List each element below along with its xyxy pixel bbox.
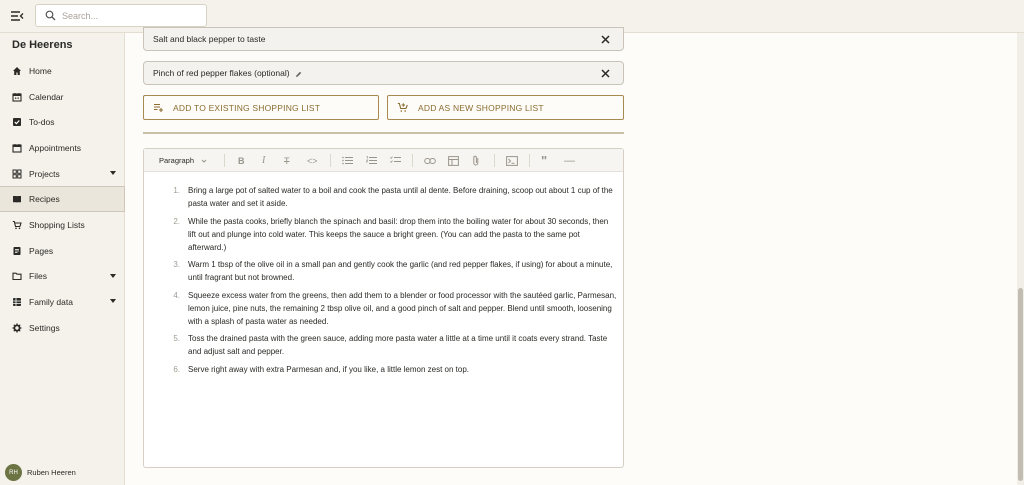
sidebar-item-projects[interactable]: Projects <box>0 161 125 187</box>
table-icon[interactable] <box>448 154 459 167</box>
checklist-icon[interactable] <box>390 154 401 167</box>
sidebar-item-label: Settings <box>29 322 60 333</box>
playlist-add-icon <box>154 103 163 112</box>
search-icon <box>45 10 56 21</box>
grid-icon <box>12 169 22 179</box>
gear-icon <box>12 323 22 333</box>
list-item: 5. Toss the drained pasta with the green… <box>173 334 608 357</box>
user-name: Ruben Heeren <box>27 468 76 477</box>
chevron-down-icon <box>201 159 207 163</box>
add-to-existing-shopping-list-button[interactable]: ADD TO EXISTING SHOPPING LIST <box>143 95 379 120</box>
sidebar-item-label: Recipes <box>29 194 60 205</box>
sidebar-item-label: Files <box>29 271 47 282</box>
close-icon[interactable] <box>600 68 611 79</box>
sidebar-item-family-data[interactable]: Family data <box>0 289 125 315</box>
sidebar-item-recipes[interactable]: Recipes <box>0 186 125 213</box>
list-item: 6. Serve right away with extra Parmesan … <box>173 364 470 374</box>
collapse-menu-icon[interactable] <box>10 9 24 23</box>
horizontal-rule-icon[interactable]: — <box>564 154 575 167</box>
chevron-down-icon[interactable] <box>110 273 116 278</box>
list-item: 3. Warm 1 tbsp of the olive oil in a sma… <box>173 260 613 283</box>
toolbar-separator <box>494 154 495 167</box>
search-input[interactable] <box>62 8 200 24</box>
add-as-new-shopping-list-button[interactable]: ADD AS NEW SHOPPING LIST <box>387 95 624 120</box>
scrollbar-thumb[interactable] <box>1018 288 1023 481</box>
sidebar-item-label: To-dos <box>29 117 55 128</box>
sidebar: De Heerens Home Calendar To-dos Appointm… <box>0 33 125 485</box>
chevron-down-icon[interactable] <box>110 299 116 304</box>
sidebar-item-settings[interactable]: Settings <box>0 315 125 341</box>
checkbox-icon <box>12 117 22 127</box>
ingredient-item[interactable]: Salt and black pepper to taste <box>143 27 624 51</box>
user-profile[interactable]: RH Ruben Heeren <box>5 464 76 481</box>
sidebar-item-files[interactable]: Files <box>0 264 125 290</box>
sidebar-item-home[interactable]: Home <box>0 58 125 84</box>
link-icon[interactable] <box>424 154 436 167</box>
sidebar-item-appointments[interactable]: Appointments <box>0 135 125 161</box>
pencil-icon[interactable] <box>295 70 302 77</box>
code-icon[interactable]: <> <box>307 154 318 167</box>
chevron-down-icon[interactable] <box>110 170 116 175</box>
sidebar-item-label: Shopping Lists <box>29 219 85 230</box>
book-icon <box>12 194 22 204</box>
sidebar-item-label: Home <box>29 65 52 76</box>
cart-plus-icon <box>397 102 408 112</box>
steps-list: 1. Bring a large pot of salted water to … <box>167 184 617 381</box>
main-content: Salt and black pepper to taste Pinch of … <box>126 27 1016 485</box>
italic-icon[interactable]: I <box>262 154 265 167</box>
sidebar-item-calendar[interactable]: Calendar <box>0 84 125 110</box>
quote-icon[interactable]: " <box>541 153 547 168</box>
code-block-icon[interactable] <box>506 154 518 167</box>
strikethrough-icon[interactable]: T <box>284 154 290 167</box>
sidebar-nav: Home Calendar To-dos Appointments Projec… <box>0 58 125 341</box>
divider <box>143 132 624 134</box>
sidebar-item-shopping-lists[interactable]: Shopping Lists <box>0 212 125 238</box>
toolbar-separator <box>330 154 331 167</box>
ingredient-text: Salt and black pepper to taste <box>153 34 266 44</box>
sidebar-item-label: Family data <box>29 297 73 308</box>
toolbar-separator <box>224 154 225 167</box>
home-icon <box>12 66 22 76</box>
sidebar-item-todos[interactable]: To-dos <box>0 109 125 135</box>
block-type-label: Paragraph <box>159 156 195 165</box>
cart-icon <box>12 220 22 230</box>
search-box[interactable] <box>35 4 207 27</box>
numbered-list-icon[interactable] <box>366 154 377 167</box>
attachment-icon[interactable] <box>472 154 480 167</box>
toolbar-separator <box>412 154 413 167</box>
block-type-select[interactable]: Paragraph <box>159 154 207 167</box>
list-item: 1. Bring a large pot of salted water to … <box>173 186 613 208</box>
list-item: 2. While the pasta cooks, briefly blanch… <box>173 216 609 252</box>
calendar-blank-icon <box>12 143 22 153</box>
sidebar-item-label: Projects <box>29 168 60 179</box>
avatar: RH <box>5 464 22 481</box>
folder-icon <box>12 271 22 281</box>
sidebar-item-pages[interactable]: Pages <box>0 238 125 264</box>
close-icon[interactable] <box>600 34 611 45</box>
ingredient-item[interactable]: Pinch of red pepper flakes (optional) <box>143 61 624 85</box>
toolbar-separator <box>529 154 530 167</box>
calendar-icon <box>12 92 22 102</box>
rich-text-editor[interactable]: Paragraph B I T <> " — 1. Bring a large … <box>143 148 624 468</box>
editor-toolbar: Paragraph B I T <> " — <box>144 149 623 172</box>
sidebar-item-label: Appointments <box>29 142 81 153</box>
brand-title: De Heerens <box>12 39 73 51</box>
sidebar-item-label: Pages <box>29 245 54 256</box>
bullet-list-icon[interactable] <box>342 154 353 167</box>
page-icon <box>12 246 22 256</box>
database-icon <box>12 297 22 307</box>
page-scrollbar[interactable] <box>1017 33 1024 485</box>
ingredient-text: Pinch of red pepper flakes (optional) <box>153 68 290 78</box>
bold-icon[interactable]: B <box>238 154 245 167</box>
list-item: 4. Squeeze excess water from the greens,… <box>173 290 617 326</box>
sidebar-item-label: Calendar <box>29 91 64 102</box>
